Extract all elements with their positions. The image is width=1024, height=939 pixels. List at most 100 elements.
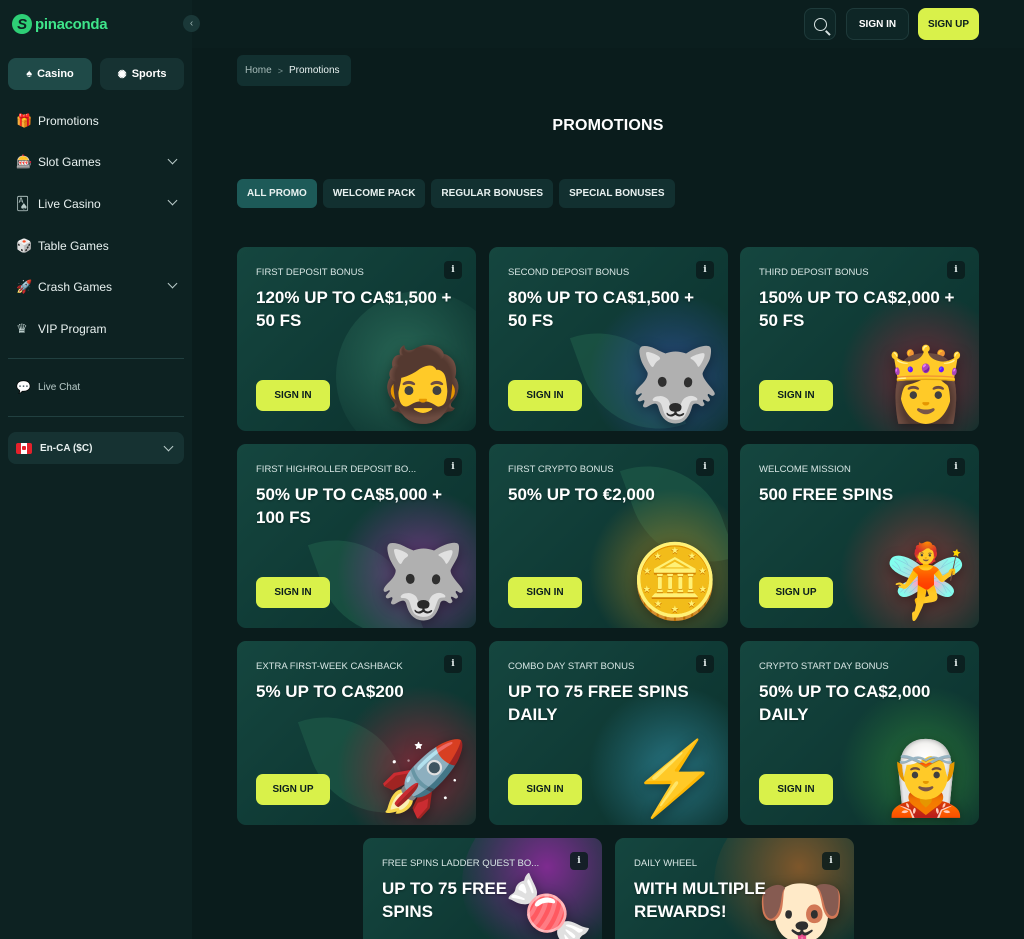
info-icon[interactable]: i bbox=[947, 458, 965, 476]
promo-label: COMBO DAY START BONUS bbox=[508, 661, 635, 672]
ball-icon: ✺ bbox=[117, 68, 127, 81]
gumball-rocket-icon: 🚀 bbox=[378, 739, 468, 819]
promo-sign-in-button[interactable]: SIGN IN bbox=[759, 774, 833, 805]
promo-headline: 150% UP TO CA$2,000 + 50 FS bbox=[759, 288, 955, 330]
info-icon[interactable]: i bbox=[696, 655, 714, 673]
promo-headline: UP TO 75 FREE SPINS bbox=[382, 879, 508, 921]
promo-card[interactable]: 🐺 SECOND DEPOSIT BONUS i 80% UP TO CA$1,… bbox=[489, 247, 728, 431]
info-icon[interactable]: i bbox=[444, 655, 462, 673]
filter-regular-bonuses[interactable]: REGULAR BONUSES bbox=[431, 179, 554, 208]
promo-card[interactable]: 🧚 WELCOME MISSION i 500 FREE SPINS SIGN … bbox=[740, 444, 979, 628]
sidebar-item-table-games[interactable]: 🎲 Table Games bbox=[0, 225, 192, 267]
header-sign-up-button[interactable]: SIGN UP bbox=[918, 8, 979, 40]
wolf-icon: 🐺 bbox=[630, 345, 720, 425]
sidebar-item-crash-games[interactable]: 🚀 Crash Games bbox=[0, 266, 192, 308]
promo-label: FIRST DEPOSIT BONUS bbox=[256, 267, 364, 278]
promo-headline: 50% UP TO CA$5,000 + 100 FS bbox=[256, 485, 443, 527]
page-title: PROMOTIONS bbox=[552, 117, 664, 134]
sidebar-divider bbox=[8, 416, 184, 417]
tab-sports[interactable]: ✺ Sports bbox=[100, 58, 184, 90]
promo-card[interactable]: ⚡ COMBO DAY START BONUS i UP TO 75 FREE … bbox=[489, 641, 728, 825]
info-icon[interactable]: i bbox=[947, 261, 965, 279]
promo-label: FREE SPINS LADDER QUEST BO... bbox=[382, 858, 540, 869]
crown-icon: ♛ bbox=[16, 320, 28, 336]
breadcrumb-current: Promotions bbox=[288, 65, 340, 76]
info-icon[interactable]: i bbox=[570, 852, 588, 870]
canada-flag-icon bbox=[16, 442, 32, 454]
promo-sign-up-button[interactable]: SIGN UP bbox=[759, 577, 833, 608]
info-icon[interactable]: i bbox=[947, 655, 965, 673]
promo-headline: 120% UP TO CA$1,500 + 50 FS bbox=[256, 288, 452, 330]
sidebar-item-vip-program[interactable]: ♛ VIP Program bbox=[0, 308, 192, 350]
promo-card[interactable]: 🧝 CRYPTO START DAY BONUS i 50% UP TO CA$… bbox=[740, 641, 979, 825]
sidebar: S pinaconda ♠ Casino ✺ Sports 🎁 Promotio… bbox=[0, 0, 192, 939]
chevron-down-icon bbox=[167, 195, 178, 206]
cards-icon: 🂡 bbox=[16, 195, 30, 211]
info-icon[interactable]: i bbox=[444, 458, 462, 476]
promo-label: SECOND DEPOSIT BONUS bbox=[508, 267, 630, 278]
breadcrumb-separator-icon: > bbox=[277, 65, 283, 76]
promo-card[interactable]: 🚀 EXTRA FIRST-WEEK CASHBACK i 5% UP TO C… bbox=[237, 641, 476, 825]
promo-card[interactable]: 👸 THIRD DEPOSIT BONUS i 150% UP TO CA$2,… bbox=[740, 247, 979, 431]
language-select[interactable]: En-CA ($C) bbox=[8, 432, 184, 464]
brand-logo[interactable]: S pinaconda bbox=[12, 14, 108, 34]
promo-headline: 50% UP TO CA$2,000 DAILY bbox=[759, 682, 931, 724]
promo-card[interactable]: 🐶 DAILY WHEEL i WITH MULTIPLE REWARDS! bbox=[615, 838, 854, 939]
sidebar-item-live-casino[interactable]: 🂡 Live Casino bbox=[0, 183, 192, 225]
breadcrumb: Home > Promotions bbox=[237, 55, 351, 86]
lightning-icon: ⚡ bbox=[630, 739, 720, 819]
promo-label: EXTRA FIRST-WEEK CASHBACK bbox=[256, 661, 403, 672]
filter-welcome-pack[interactable]: WELCOME PACK bbox=[322, 179, 426, 208]
promo-sign-up-button[interactable]: SIGN UP bbox=[256, 774, 330, 805]
info-icon[interactable]: i bbox=[696, 458, 714, 476]
tab-casino[interactable]: ♠ Casino bbox=[8, 58, 92, 90]
promo-card[interactable]: 🧔 FIRST DEPOSIT BONUS i 120% UP TO CA$1,… bbox=[237, 247, 476, 431]
live-chat-link[interactable]: 💬 Live Chat bbox=[16, 380, 80, 394]
sidebar-item-slot-games[interactable]: 🎰 Slot Games bbox=[0, 142, 192, 184]
info-icon[interactable]: i bbox=[444, 261, 462, 279]
promo-card[interactable]: 🍬 FREE SPINS LADDER QUEST BO... i UP TO … bbox=[363, 838, 602, 939]
chevron-down-icon bbox=[167, 278, 178, 289]
promo-sign-in-button[interactable]: SIGN IN bbox=[256, 577, 330, 608]
tab-sports-label: Sports bbox=[131, 68, 167, 80]
promo-label: DAILY WHEEL bbox=[634, 858, 698, 869]
promo-card[interactable]: 🐺 FIRST HIGHROLLER DEPOSIT BO... i 50% U… bbox=[237, 444, 476, 628]
promo-headline: 500 FREE SPINS bbox=[759, 485, 894, 504]
header-sign-in-button[interactable]: SIGN IN bbox=[846, 8, 909, 40]
sidebar-item-promotions[interactable]: 🎁 Promotions bbox=[0, 100, 192, 142]
sidebar-item-label: Live Casino bbox=[38, 196, 101, 211]
promo-sign-in-button[interactable]: SIGN IN bbox=[508, 380, 582, 411]
princess-icon: 👸 bbox=[881, 345, 971, 425]
promo-sign-in-button[interactable]: SIGN IN bbox=[508, 774, 582, 805]
promo-sign-in-button[interactable]: SIGN IN bbox=[508, 577, 582, 608]
info-icon[interactable]: i bbox=[696, 261, 714, 279]
fairy-icon: 🧚 bbox=[881, 542, 971, 622]
promo-filter-tabs: ALL PROMO WELCOME PACK REGULAR BONUSES S… bbox=[237, 179, 675, 208]
promo-label: THIRD DEPOSIT BONUS bbox=[759, 267, 869, 278]
breadcrumb-home[interactable]: Home bbox=[245, 65, 272, 76]
gift-icon: 🎁 bbox=[16, 112, 33, 128]
sidebar-item-label: Slot Games bbox=[38, 155, 101, 170]
filter-all-promo[interactable]: ALL PROMO bbox=[237, 179, 317, 208]
promo-sign-in-button[interactable]: SIGN IN bbox=[759, 380, 833, 411]
filter-special-bonuses[interactable]: SPECIAL BONUSES bbox=[559, 179, 675, 208]
sidebar-collapse-button[interactable]: ‹ bbox=[183, 15, 200, 32]
sidebar-item-label: Table Games bbox=[38, 238, 109, 253]
promo-headline: 50% UP TO €2,000 bbox=[508, 485, 655, 504]
elf-icon: 🧝 bbox=[881, 739, 971, 819]
promo-headline: UP TO 75 FREE SPINS DAILY bbox=[508, 682, 689, 724]
sidebar-item-label: Promotions bbox=[38, 113, 99, 128]
promo-card[interactable]: 🪙 FIRST CRYPTO BONUS i 50% UP TO €2,000 … bbox=[489, 444, 728, 628]
search-button[interactable] bbox=[804, 8, 836, 40]
language-label: En-CA ($C) bbox=[40, 442, 93, 454]
promo-headline: WITH MULTIPLE REWARDS! bbox=[634, 879, 766, 921]
promo-label: WELCOME MISSION bbox=[759, 464, 851, 475]
dice-icon: 🎲 bbox=[16, 237, 33, 253]
sidebar-nav: 🎁 Promotions 🎰 Slot Games 🂡 Live Casino … bbox=[0, 100, 192, 350]
search-icon bbox=[813, 17, 827, 31]
promo-sign-in-button[interactable]: SIGN IN bbox=[256, 380, 330, 411]
tab-casino-label: Casino bbox=[37, 68, 74, 80]
spade-icon: ♠ bbox=[26, 68, 33, 80]
info-icon[interactable]: i bbox=[822, 852, 840, 870]
mode-tabs: ♠ Casino ✺ Sports bbox=[8, 58, 184, 90]
